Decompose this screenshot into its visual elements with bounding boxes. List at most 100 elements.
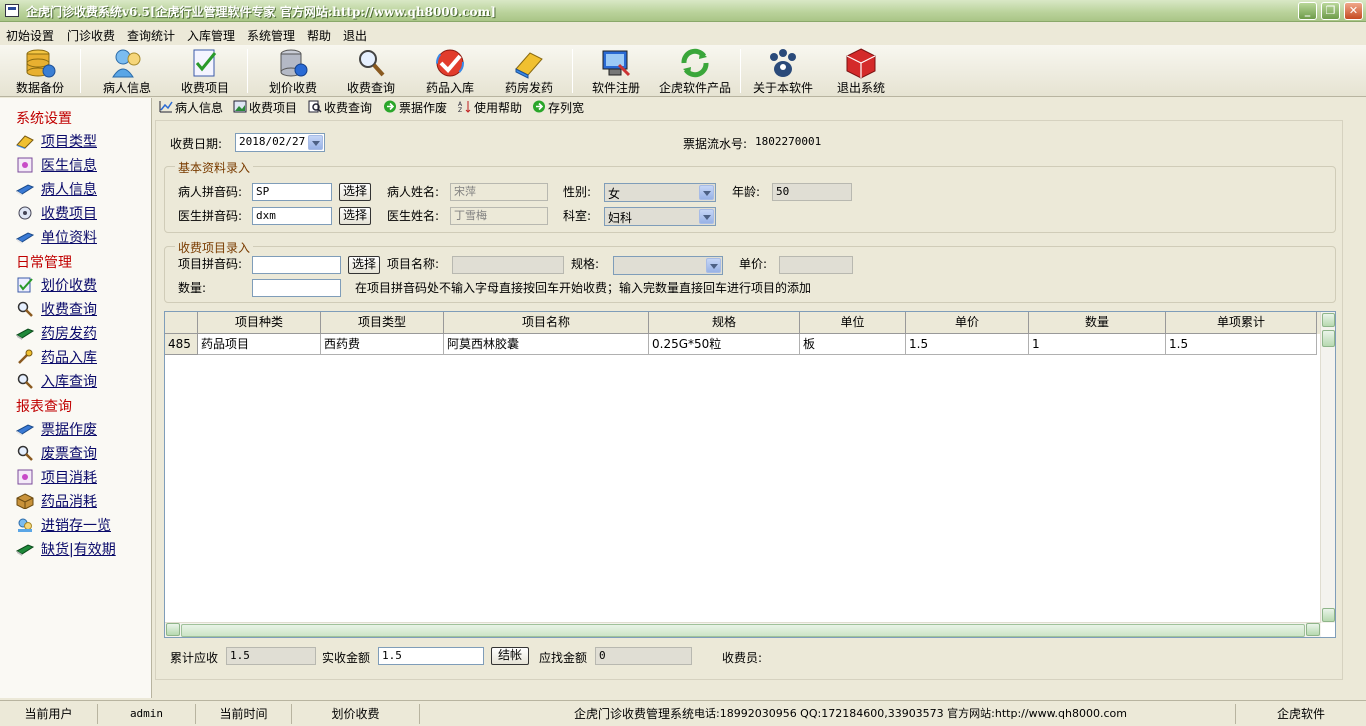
chevron-down-icon[interactable] [308,135,323,150]
magnifier-doc-icon [308,100,322,113]
column-header[interactable]: 项目名称 [444,312,649,334]
spec-label: 规格: [571,257,600,271]
spec-select[interactable] [613,256,723,275]
menu-init-settings[interactable]: 初始设置 [6,27,54,44]
patient-py-label: 病人拼音码: [178,185,243,199]
main-toolbar: 数据备份 病人信息 收费项目 划价收费 收费查询 药品入库 药房发药 软件注册 … [0,45,1366,97]
basic-info-title: 基本资料录入 [175,159,254,176]
status-bar: 当前用户 admin 当前时间 划价收费 企虎门诊收费管理系统 电话:18992… [0,700,1366,726]
scroll-thumb[interactable] [181,624,1305,637]
void-query-icon [17,445,33,461]
table-cell[interactable]: 1.5 [1166,334,1317,355]
age-field[interactable]: 50 [772,183,852,201]
drug-consumption-icon [16,493,34,509]
maximize-button[interactable]: ❐ [1321,2,1340,20]
toolbar-software-register-button[interactable]: 软件注册 [577,45,655,97]
settle-button[interactable]: 结帐 [491,647,529,665]
patient-name-label: 病人姓名: [387,185,440,199]
dept-select[interactable]: 妇科 [604,207,716,226]
chart-icon [159,101,173,113]
patient-select-button[interactable]: 选择 [339,183,371,201]
pharmacy-dispense-icon [515,52,543,79]
toolbar-products-button[interactable]: 企虎软件产品 [656,45,734,97]
scroll-left-icon[interactable] [166,623,180,636]
toolbar-data-backup-button[interactable]: 数据备份 [1,45,79,97]
column-header[interactable]: 单项累计 [1166,312,1317,334]
menu-help[interactable]: 帮助 [307,27,331,44]
toolbar-pharmacy-dispense-button[interactable]: 药房发药 [490,45,568,97]
item-consumption-icon [17,469,33,485]
close-button[interactable]: ✕ [1344,2,1363,20]
chevron-down-icon[interactable] [706,258,721,273]
menu-stock-in[interactable]: 入库管理 [187,27,235,44]
vertical-scrollbar[interactable] [1320,312,1335,623]
row-number-header [165,312,198,334]
total-due-label: 累计应收 [170,651,219,665]
menu-query-stats[interactable]: 查询统计 [127,27,175,44]
gender-select[interactable]: 女 [604,183,716,202]
pricing-charge-icon [280,49,308,77]
patient-py-input[interactable]: SP [252,183,332,201]
charge-date-picker[interactable]: 2018/02/27 [235,133,325,152]
receipt-no-label: 票据流水号: [683,137,748,151]
status-contact: 电话:18992030956 QQ:172184600,33903573 官方网… [694,704,1236,724]
charge-query-icon [359,50,385,77]
shortage-expiry-icon [16,544,34,556]
table-cell[interactable]: 0.25G*50粒 [649,334,800,355]
menu-outpatient-charge[interactable]: 门诊收费 [67,27,115,44]
item-py-input[interactable] [252,256,341,274]
column-header[interactable]: 单位 [800,312,906,334]
unit-info-icon [16,232,34,244]
paid-amount-input[interactable]: 1.5 [378,647,484,665]
chevron-down-icon[interactable] [699,185,714,200]
horizontal-scrollbar[interactable] [165,622,1321,637]
toolbar-charge-query-button[interactable]: 收费查询 [332,45,410,97]
picture-icon [233,100,247,113]
charge-item-icon [193,49,217,77]
toolbar-about-button[interactable]: 关于本软件 [744,45,822,97]
row-number: 485 [165,334,198,355]
drug-stock-in-icon [436,49,464,77]
toolbar-patient-info-button[interactable]: 病人信息 [88,45,166,97]
svg-text:Z: Z [458,107,462,113]
menu-exit[interactable]: 退出 [343,27,367,44]
table-cell[interactable]: 板 [800,334,906,355]
age-label: 年龄: [732,185,761,199]
item-type-icon [16,135,34,149]
scroll-down-icon[interactable] [1322,608,1335,622]
doctor-name-label: 医生姓名: [387,209,440,223]
toolbar-pricing-charge-button[interactable]: 划价收费 [254,45,332,97]
toolbar-exit-button[interactable]: 退出系统 [822,45,900,97]
scroll-right-icon[interactable] [1306,623,1320,636]
toolbar-drug-stock-in-button[interactable]: 药品入库 [411,45,489,97]
column-header[interactable]: 数量 [1029,312,1166,334]
charge-date-label: 收费日期: [170,137,223,151]
toolbar-separator [80,49,81,93]
scroll-thumb[interactable] [1322,330,1335,347]
scroll-up-icon[interactable] [1322,313,1335,327]
charge-item-title: 收费项目录入 [175,239,254,256]
doctor-py-input[interactable]: dxm [252,207,332,225]
table-cell[interactable]: 药品项目 [198,334,321,355]
drug-stock-in-icon [18,349,33,364]
stock-in-query-icon [17,373,33,389]
column-header[interactable]: 项目种类 [198,312,321,334]
column-header[interactable]: 项目类型 [321,312,444,334]
chevron-down-icon[interactable] [699,209,714,224]
doctor-py-label: 医生拼音码: [178,209,243,223]
patient-name-field: 宋萍 [450,183,548,201]
table-cell[interactable]: 1.5 [906,334,1029,355]
doctor-select-button[interactable]: 选择 [339,207,371,225]
column-header[interactable]: 规格 [649,312,800,334]
doctor-name-field: 丁雪梅 [450,207,548,225]
menu-system[interactable]: 系统管理 [247,27,295,44]
qty-input[interactable] [252,279,341,297]
title-bar: 企虎门诊收费系统v6.5[企虎行业管理软件专家 官方网站:http://www.… [0,0,1366,22]
table-cell[interactable]: 阿莫西林胶囊 [444,334,649,355]
table-cell[interactable]: 西药费 [321,334,444,355]
column-header[interactable]: 单价 [906,312,1029,334]
table-cell[interactable]: 1 [1029,334,1166,355]
toolbar-charge-item-button[interactable]: 收费项目 [166,45,244,97]
item-select-button[interactable]: 选择 [348,256,380,274]
minimize-button[interactable]: _ [1298,2,1317,20]
